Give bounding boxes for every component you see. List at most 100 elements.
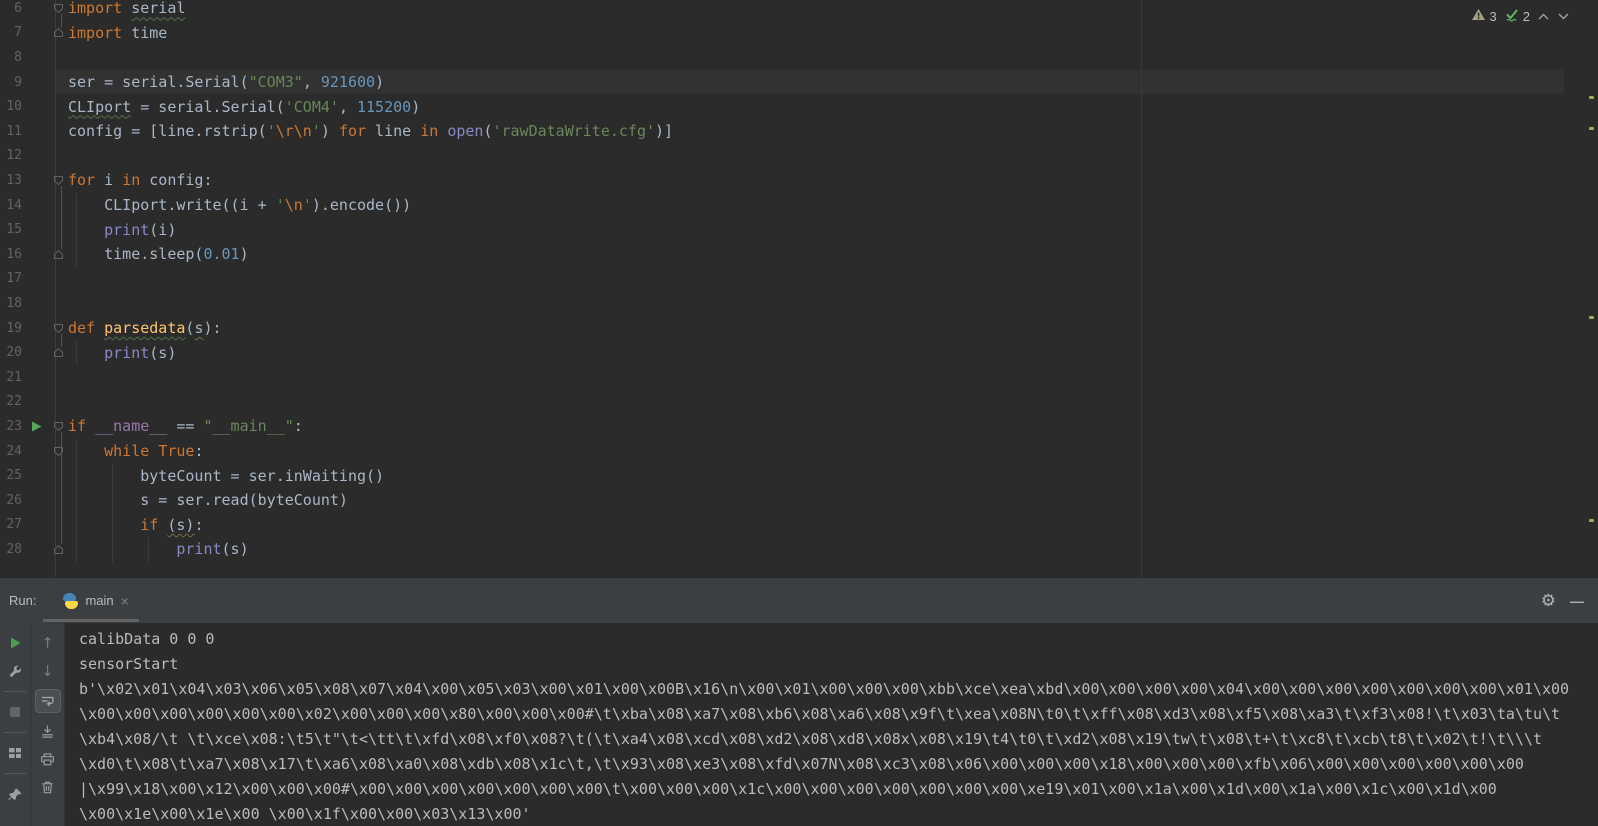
fold-end-icon[interactable] — [50, 347, 67, 358]
run-toolbar-console: ↑ ↓ — [31, 623, 65, 826]
code-text: print(i) — [67, 221, 176, 239]
code-line[interactable]: 28 print(s) — [0, 537, 1564, 562]
fold-start-icon[interactable] — [50, 446, 67, 457]
code-line[interactable]: 18 — [0, 291, 1564, 316]
inspections-widget[interactable]: 3 2 — [1471, 7, 1570, 25]
fold-start-icon[interactable] — [50, 175, 67, 186]
line-number[interactable]: 20 — [0, 345, 22, 360]
python-icon — [62, 593, 78, 609]
error-stripe-mark[interactable] — [1589, 316, 1594, 319]
line-number[interactable]: 24 — [0, 444, 22, 459]
line-number[interactable]: 22 — [0, 394, 22, 409]
code-line[interactable]: 13for i in config: — [0, 168, 1564, 193]
code-line[interactable]: 7 import time — [0, 21, 1564, 46]
error-stripe-mark[interactable] — [1589, 519, 1594, 522]
code-line[interactable]: 8 — [0, 45, 1564, 70]
line-number[interactable]: 6 — [0, 1, 22, 16]
fold-end-icon[interactable] — [50, 249, 67, 260]
error-stripe-mark[interactable] — [1589, 127, 1594, 130]
fold-end-icon[interactable] — [50, 27, 67, 38]
line-number[interactable]: 27 — [0, 517, 22, 532]
code-editor[interactable]: 6 import serial 7 import time 8 9ser = serial… — [0, 0, 1598, 577]
wrench-icon[interactable] — [4, 660, 26, 682]
code-line[interactable]: 27 if (s): — [0, 513, 1564, 538]
code-text: if (s): — [67, 516, 203, 534]
minimize-icon[interactable]: — — [1570, 593, 1584, 609]
line-number[interactable]: 7 — [0, 25, 22, 40]
fold-start-icon[interactable] — [50, 323, 67, 334]
console-output[interactable]: calibData 0 0 0sensorStartb'\x02\x01\x04… — [65, 623, 1598, 826]
line-number[interactable]: 19 — [0, 321, 22, 336]
line-number[interactable]: 13 — [0, 173, 22, 188]
scroll-to-end-button[interactable] — [37, 720, 59, 742]
line-number[interactable]: 14 — [0, 198, 22, 213]
code-line[interactable]: 11config = [line.rstrip('\r\n') for line… — [0, 119, 1564, 144]
stop-button[interactable] — [4, 701, 26, 723]
code-line[interactable]: 26 s = ser.read(byteCount) — [0, 488, 1564, 513]
soft-wrap-toggle[interactable] — [35, 689, 61, 713]
tab-main[interactable]: main × — [56, 578, 134, 623]
line-number[interactable]: 21 — [0, 370, 22, 385]
close-icon[interactable]: × — [121, 593, 129, 609]
code-text: import time — [67, 24, 167, 42]
line-number[interactable]: 11 — [0, 124, 22, 139]
up-stack-trace-button[interactable]: ↑ — [37, 632, 59, 654]
code-line[interactable]: 17 — [0, 267, 1564, 292]
console-line: |\x99\x18\x00\x12\x00\x00\x00#\x00\x00\x… — [79, 777, 1598, 802]
fold-start-icon[interactable] — [50, 3, 67, 14]
code-line[interactable]: 6 import serial — [0, 0, 1564, 21]
line-number[interactable]: 9 — [0, 75, 22, 90]
code-line[interactable]: 19def parsedata(s): — [0, 316, 1564, 341]
code-text: print(s) — [67, 540, 249, 558]
next-highlight-button[interactable] — [1557, 9, 1570, 24]
line-number[interactable]: 8 — [0, 50, 22, 65]
trash-icon[interactable] — [37, 776, 59, 798]
run-tool-window: Run: main × ⚙ — — [0, 577, 1598, 826]
print-icon[interactable] — [37, 748, 59, 770]
pin-icon[interactable] — [4, 783, 26, 805]
line-number[interactable]: 17 — [0, 271, 22, 286]
error-stripe-mark[interactable] — [1589, 96, 1594, 99]
run-line-icon[interactable] — [22, 420, 50, 433]
rerun-button[interactable] — [4, 632, 26, 654]
code-area[interactable]: 6 import serial 7 import time 8 9ser = serial… — [0, 0, 1598, 577]
code-line[interactable]: 22 — [0, 390, 1564, 415]
console-line: \x00\x1e\x00\x1e\x00 \x00\x1f\x00\x00\x0… — [79, 802, 1598, 826]
code-text: import serial — [67, 0, 185, 17]
warnings-indicator[interactable]: 3 — [1471, 8, 1497, 24]
down-stack-trace-button[interactable]: ↓ — [37, 660, 59, 682]
line-number[interactable]: 23 — [0, 419, 22, 434]
run-panel-header: Run: main × ⚙ — — [0, 578, 1598, 623]
code-line[interactable]: 20 print(s) — [0, 340, 1564, 365]
code-line[interactable]: 15 print(i) — [0, 217, 1564, 242]
restore-layout-button[interactable] — [4, 742, 26, 764]
line-number[interactable]: 12 — [0, 148, 22, 163]
code-text: print(s) — [67, 344, 176, 362]
fold-start-icon[interactable] — [50, 421, 67, 432]
code-line[interactable]: 9ser = serial.Serial("COM3", 921600) — [0, 70, 1564, 95]
line-number[interactable]: 18 — [0, 296, 22, 311]
line-number[interactable]: 10 — [0, 99, 22, 114]
typos-indicator[interactable]: 2 — [1504, 7, 1530, 25]
code-line[interactable]: 12 — [0, 144, 1564, 169]
gear-icon[interactable]: ⚙ — [1541, 592, 1556, 609]
code-line[interactable]: 25 byteCount = ser.inWaiting() — [0, 463, 1564, 488]
prev-highlight-button[interactable] — [1537, 9, 1550, 24]
line-number[interactable]: 28 — [0, 542, 22, 557]
code-line[interactable]: 21 — [0, 365, 1564, 390]
line-number[interactable]: 15 — [0, 222, 22, 237]
code-line[interactable]: 23if __name__ == "__main__": — [0, 414, 1564, 439]
code-line[interactable]: 10CLIport = serial.Serial('COM4', 115200… — [0, 94, 1564, 119]
fold-connector — [61, 432, 62, 544]
code-line[interactable]: 14 CLIport.write((i + '\n').encode()) — [0, 193, 1564, 218]
code-line[interactable]: 16 time.sleep(0.01) — [0, 242, 1564, 267]
fold-end-icon[interactable] — [50, 544, 67, 555]
line-number[interactable]: 25 — [0, 468, 22, 483]
fold-connector — [61, 14, 62, 28]
console-line: b'\x02\x01\x04\x03\x06\x05\x08\x07\x04\x… — [79, 677, 1598, 702]
toolbar-separator — [4, 773, 26, 774]
code-line[interactable]: 24 while True: — [0, 439, 1564, 464]
typo-count: 2 — [1523, 9, 1530, 24]
line-number[interactable]: 16 — [0, 247, 22, 262]
line-number[interactable]: 26 — [0, 493, 22, 508]
